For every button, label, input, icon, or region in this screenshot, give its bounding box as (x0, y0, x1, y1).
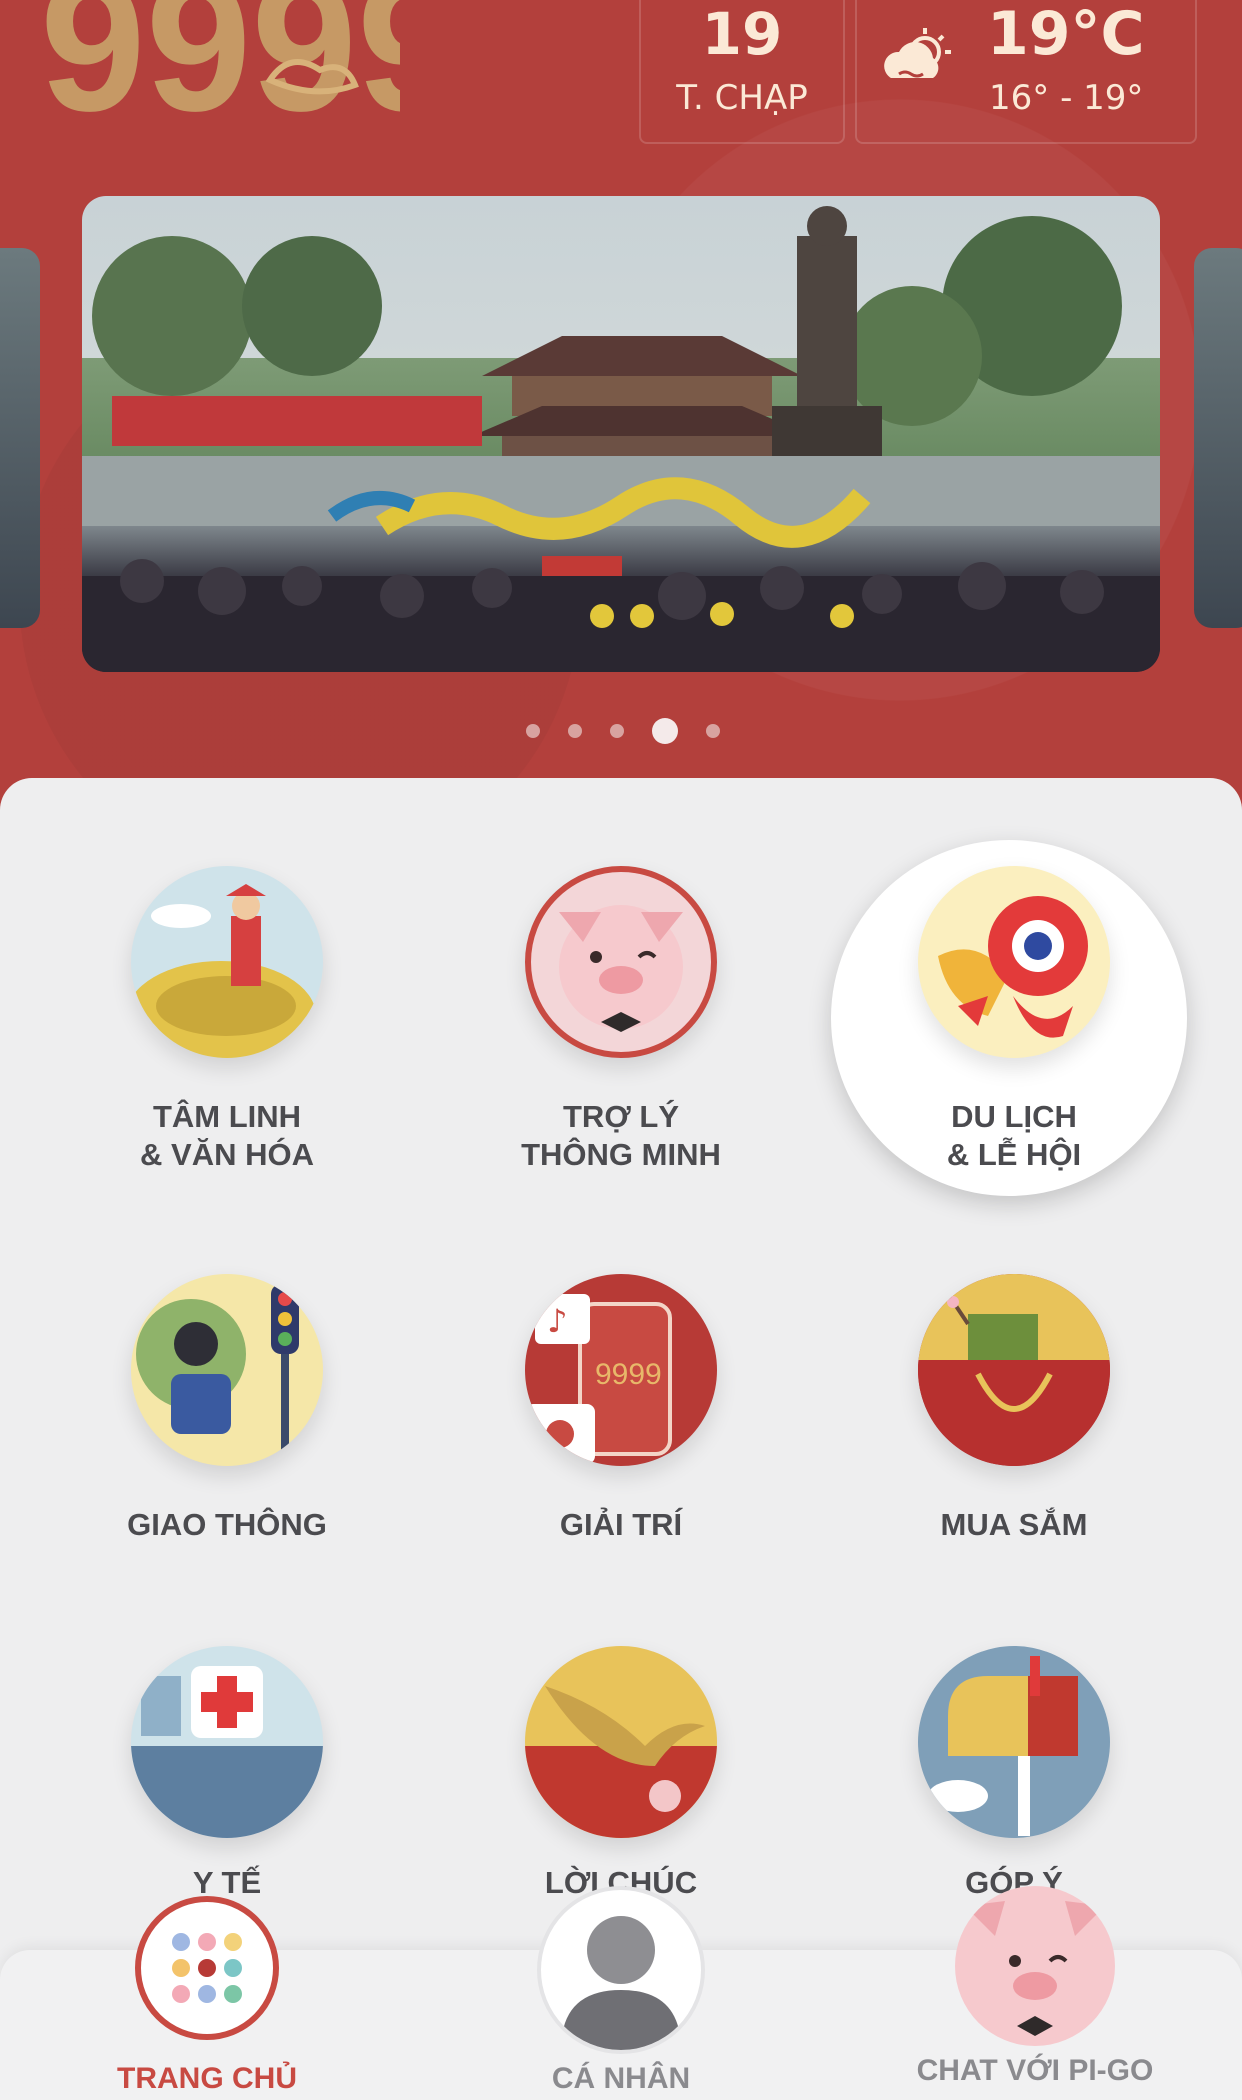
swallow-icon (525, 1646, 717, 1838)
weather-widget[interactable]: 19°C 16° - 19° (855, 0, 1197, 144)
carousel-prev-card[interactable] (0, 248, 40, 628)
avatar (537, 1886, 705, 2054)
tile-label-line2: & LỄ HỘI (946, 1137, 1082, 1172)
tile-tro-ly[interactable]: TRỢ LÝ THÔNG MINH (471, 866, 771, 1174)
tab-chat-label: CHAT VỚI PI-GO (916, 2054, 1154, 2087)
carousel-dot[interactable] (610, 724, 624, 738)
carousel-dot[interactable] (706, 724, 720, 738)
tile-label-line1: GIẢI TRÍ (559, 1507, 683, 1542)
entertainment-icon: 9999 ♪ (525, 1274, 717, 1466)
mailbox-icon (918, 1646, 1110, 1838)
pig-chat-icon (955, 1886, 1115, 2046)
tab-profile-label: CÁ NHÂN (551, 2062, 691, 2095)
carousel-dot-active[interactable] (652, 718, 678, 744)
tile-label-line2: THÔNG MINH (521, 1137, 721, 1172)
shopping-bag-icon (918, 1274, 1110, 1466)
festival-banner[interactable] (82, 196, 1160, 672)
carousel-next-card[interactable] (1194, 248, 1242, 628)
tile-gop-y[interactable]: GÓP Ý (864, 1646, 1164, 1902)
weather-temperature: 19°C (987, 0, 1145, 69)
logo-9999: 9999 (40, 0, 400, 140)
carousel-pagination[interactable] (526, 716, 748, 746)
pig-assistant-icon (525, 866, 717, 1058)
lunar-date-widget[interactable]: 19 T. CHẠP (639, 0, 845, 144)
lunar-month: T. CHẠP (676, 78, 808, 118)
home-grid-icon (135, 1896, 279, 2040)
tile-label-line1: TRỢ LÝ (563, 1099, 679, 1134)
tab-home-label: TRANG CHỦ (117, 2062, 297, 2095)
weather-range: 16° - 19° (989, 78, 1144, 118)
tile-label-line1: MUA SẮM (940, 1507, 1088, 1542)
tab-home[interactable]: TRANG CHỦ (47, 1896, 367, 2096)
svg-text:♪: ♪ (547, 1302, 567, 1340)
tile-label-line1: GIAO THÔNG (127, 1507, 327, 1542)
lion-dance-icon (918, 866, 1110, 1058)
tile-y-te[interactable]: Y TẾ (77, 1646, 377, 1902)
medical-icon (131, 1646, 323, 1838)
tile-giai-tri[interactable]: 9999 ♪ GIẢI TRÍ (471, 1274, 771, 1544)
tile-loi-chuc[interactable]: LỜI CHÚC (471, 1646, 771, 1902)
tile-mua-sam[interactable]: MUA SẮM (864, 1274, 1164, 1544)
tile-du-lich[interactable]: DU LỊCH & LỄ HỘI (864, 866, 1164, 1174)
svg-text:9999: 9999 (595, 1358, 662, 1391)
tile-label-line1: DU LỊCH (951, 1099, 1077, 1134)
carousel-dot[interactable] (568, 724, 582, 738)
tile-label-line2: & VĂN HÓA (140, 1137, 314, 1172)
traffic-icon (131, 1274, 323, 1466)
tile-label-line1: TÂM LINH (152, 1099, 302, 1134)
tile-giao-thong[interactable]: GIAO THÔNG (77, 1274, 377, 1544)
tab-profile[interactable]: CÁ NHÂN (461, 1886, 781, 2096)
tile-tam-linh[interactable]: TÂM LINH & VĂN HÓA (77, 866, 377, 1174)
tab-chat[interactable]: CHAT VỚI PI-GO (875, 1886, 1195, 2088)
cloudy-sun-icon (884, 28, 951, 86)
carousel-dot[interactable] (526, 724, 540, 738)
app-header: 9999 19 T. CHẠP 19°C 16° - 19° (0, 0, 1242, 820)
lunar-day: 19 (701, 0, 783, 68)
fisherman-icon (131, 866, 323, 1058)
festival-photo (82, 206, 1160, 672)
